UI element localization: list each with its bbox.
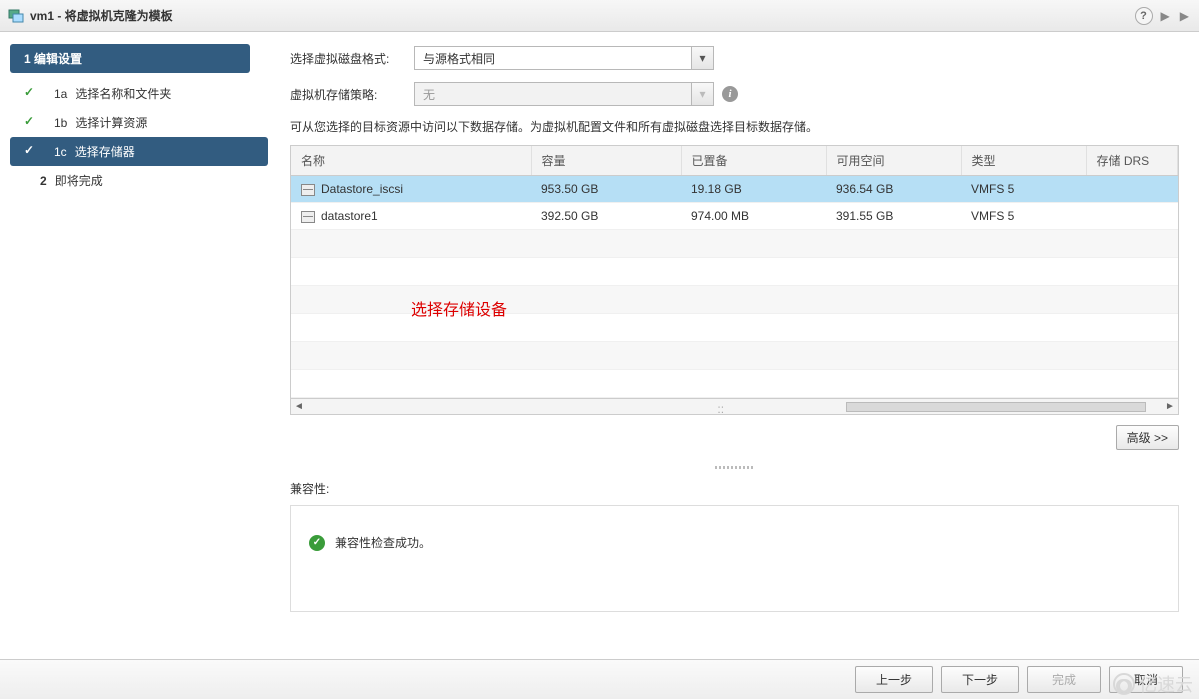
wizard-sidebar: 1 编辑设置 1a选择名称和文件夹 1b选择计算资源 1c选择存储器 2即将完成 [0,32,280,640]
help-icon[interactable]: ? [1135,7,1153,25]
next-button[interactable]: 下一步 [941,666,1019,693]
step-1b-label: 选择计算资源 [75,116,147,130]
table-row [291,370,1178,398]
resize-grip[interactable] [290,464,1179,470]
nav-next-icon[interactable]: ▶ [1178,9,1191,23]
storage-policy-select: 无 ▾ [414,82,714,106]
table-row [291,230,1178,258]
scroll-left-icon[interactable]: ◄ [291,400,307,414]
cell-capacity: 953.50 GB [531,176,681,203]
datastore-icon [301,211,315,223]
step-1b[interactable]: 1b选择计算资源 [10,108,268,137]
step-2[interactable]: 2即将完成 [10,166,268,195]
cell-free: 936.54 GB [826,176,961,203]
table-row [291,286,1178,314]
step-1a[interactable]: 1a选择名称和文件夹 [10,79,268,108]
disk-format-label: 选择虚拟磁盘格式: [290,50,414,67]
step-1a-label: 选择名称和文件夹 [75,87,171,101]
cell-free: 391.55 GB [826,203,961,230]
datastore-table: 名称 容量 已置备 可用空间 类型 存储 DRS Datastore_iscsi… [290,145,1179,415]
step-1c[interactable]: 1c选择存储器 [10,137,268,166]
compatibility-panel: ✓ 兼容性检查成功。 [290,505,1179,612]
cell-drs [1086,176,1178,203]
table-row [291,314,1178,342]
cell-provisioned: 19.18 GB [681,176,826,203]
table-row[interactable]: datastore1 392.50 GB 974.00 MB 391.55 GB… [291,203,1178,230]
cell-drs [1086,203,1178,230]
col-type[interactable]: 类型 [961,146,1086,176]
compatibility-label: 兼容性: [290,480,1179,497]
disk-format-select[interactable]: 与源格式相同 ▾ [414,46,714,70]
col-provisioned[interactable]: 已置备 [681,146,826,176]
nav-prev-icon[interactable]: ▶ [1159,9,1172,23]
scroll-thumb[interactable] [846,402,1146,412]
table-row [291,258,1178,286]
footer: 上一步 下一步 完成 取消 [0,659,1199,699]
compatibility-message: 兼容性检查成功。 [335,534,431,551]
vm-icon [8,8,24,24]
success-icon: ✓ [309,535,325,551]
chevron-down-icon: ▾ [691,83,713,105]
window-title: vm1 - 将虚拟机克隆为模板 [30,7,1135,24]
cell-name: Datastore_iscsi [321,182,403,196]
storage-policy-label: 虚拟机存储策略: [290,86,414,103]
titlebar: vm1 - 将虚拟机克隆为模板 ? ▶ ▶ [0,0,1199,32]
advanced-button[interactable]: 高级 >> [1116,425,1179,450]
scroll-track[interactable]: :: [307,402,1162,412]
storage-policy-value: 无 [415,86,691,103]
col-drs[interactable]: 存储 DRS [1086,146,1178,176]
content-panel: 选择虚拟磁盘格式: 与源格式相同 ▾ 虚拟机存储策略: 无 ▾ i 可从您选择的… [280,32,1199,640]
scroll-right-icon[interactable]: ► [1162,400,1178,414]
step-1c-label: 选择存储器 [75,145,135,159]
horizontal-scrollbar[interactable]: ◄ :: ► [291,398,1178,414]
cell-type: VMFS 5 [961,203,1086,230]
col-name[interactable]: 名称 [291,146,531,176]
info-icon[interactable]: i [722,86,738,102]
datastore-icon [301,184,315,196]
step-group-1[interactable]: 1 编辑设置 [10,44,250,73]
back-button[interactable]: 上一步 [855,666,933,693]
description-text: 可从您选择的目标资源中访问以下数据存储。为虚拟机配置文件和所有虚拟磁盘选择目标数… [290,118,1179,135]
table-row[interactable]: Datastore_iscsi 953.50 GB 19.18 GB 936.5… [291,176,1178,203]
cell-name: datastore1 [321,209,378,223]
disk-format-value: 与源格式相同 [415,50,691,67]
cancel-button[interactable]: 取消 [1109,666,1183,693]
step-2-label: 即将完成 [55,174,103,188]
col-capacity[interactable]: 容量 [531,146,681,176]
chevron-down-icon[interactable]: ▾ [691,47,713,69]
cell-type: VMFS 5 [961,176,1086,203]
cell-provisioned: 974.00 MB [681,203,826,230]
table-row [291,342,1178,370]
finish-button: 完成 [1027,666,1101,693]
cell-capacity: 392.50 GB [531,203,681,230]
col-free[interactable]: 可用空间 [826,146,961,176]
